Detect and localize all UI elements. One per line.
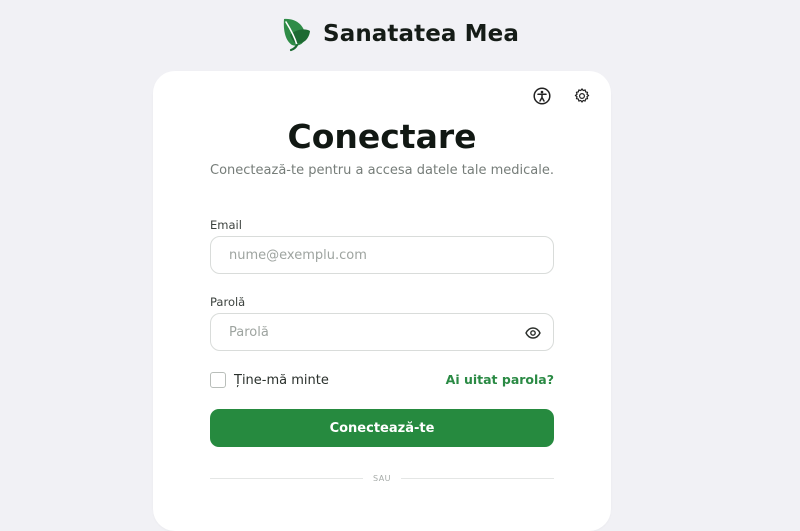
- divider-line-right: [401, 478, 554, 479]
- settings-gear-icon[interactable]: [571, 85, 593, 107]
- email-field-container: [210, 236, 554, 274]
- remember-me-checkbox[interactable]: [210, 372, 226, 388]
- password-field[interactable]: [211, 314, 553, 350]
- brand-name: Sanatatea Mea: [323, 21, 519, 47]
- email-label: Email: [210, 218, 242, 232]
- remember-me-label: Ține-mă minte: [234, 372, 329, 388]
- brand-header: Sanatatea Mea: [0, 14, 800, 54]
- remember-me[interactable]: Ține-mă minte: [210, 372, 329, 388]
- accessibility-icon[interactable]: [531, 85, 553, 107]
- login-card: Conectare Conectează-te pentru a accesa …: [153, 71, 611, 531]
- divider-text: SAU: [372, 474, 392, 483]
- login-button[interactable]: Conectează-te: [210, 409, 554, 447]
- password-field-container: [210, 313, 554, 351]
- page-subtitle: Conectează-te pentru a accesa datele tal…: [210, 163, 554, 178]
- divider-line-left: [210, 478, 363, 479]
- leaf-icon: [283, 18, 311, 52]
- eye-icon[interactable]: [523, 323, 543, 343]
- or-divider: SAU: [210, 474, 554, 483]
- page-title: Conectare: [287, 117, 477, 156]
- password-label: Parolă: [210, 295, 246, 309]
- email-field[interactable]: [211, 237, 553, 273]
- forgot-password-link[interactable]: Ai uitat parola?: [446, 372, 554, 387]
